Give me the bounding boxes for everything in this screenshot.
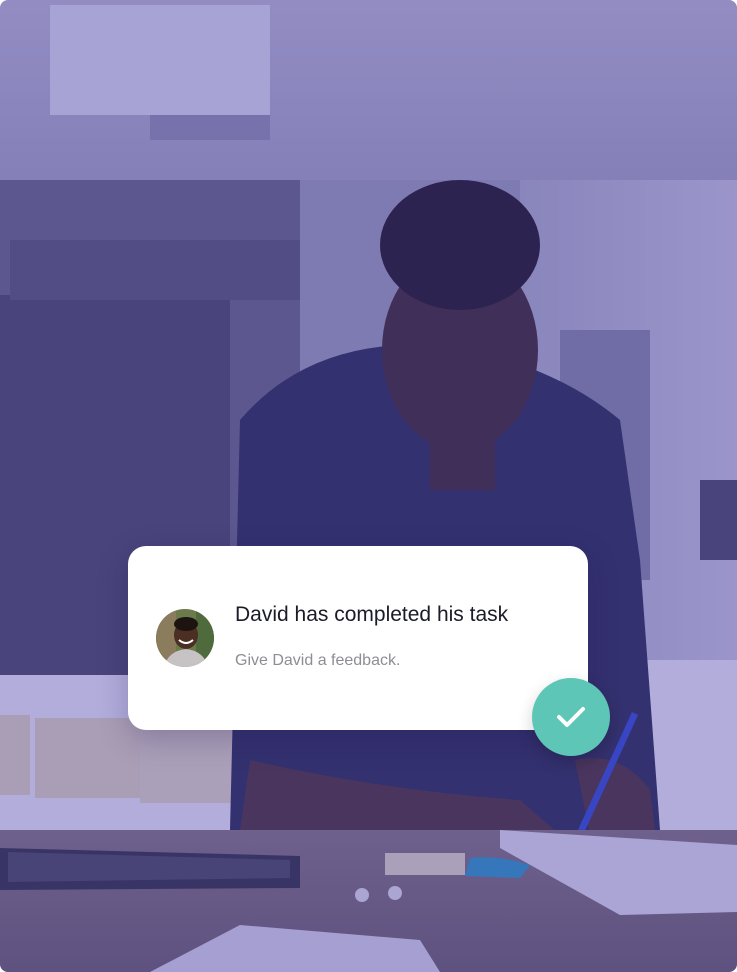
avatar — [156, 609, 214, 667]
notification-subtitle: Give David a feedback. — [235, 652, 401, 669]
user-avatar-icon — [156, 609, 214, 667]
purple-overlay — [0, 0, 737, 972]
complete-check-button[interactable] — [532, 678, 610, 756]
notification-card[interactable]: David has completed his task Give David … — [128, 546, 588, 730]
hero-frame — [0, 0, 737, 972]
checkmark-icon — [557, 707, 585, 727]
notification-title: David has completed his task — [235, 603, 509, 626]
